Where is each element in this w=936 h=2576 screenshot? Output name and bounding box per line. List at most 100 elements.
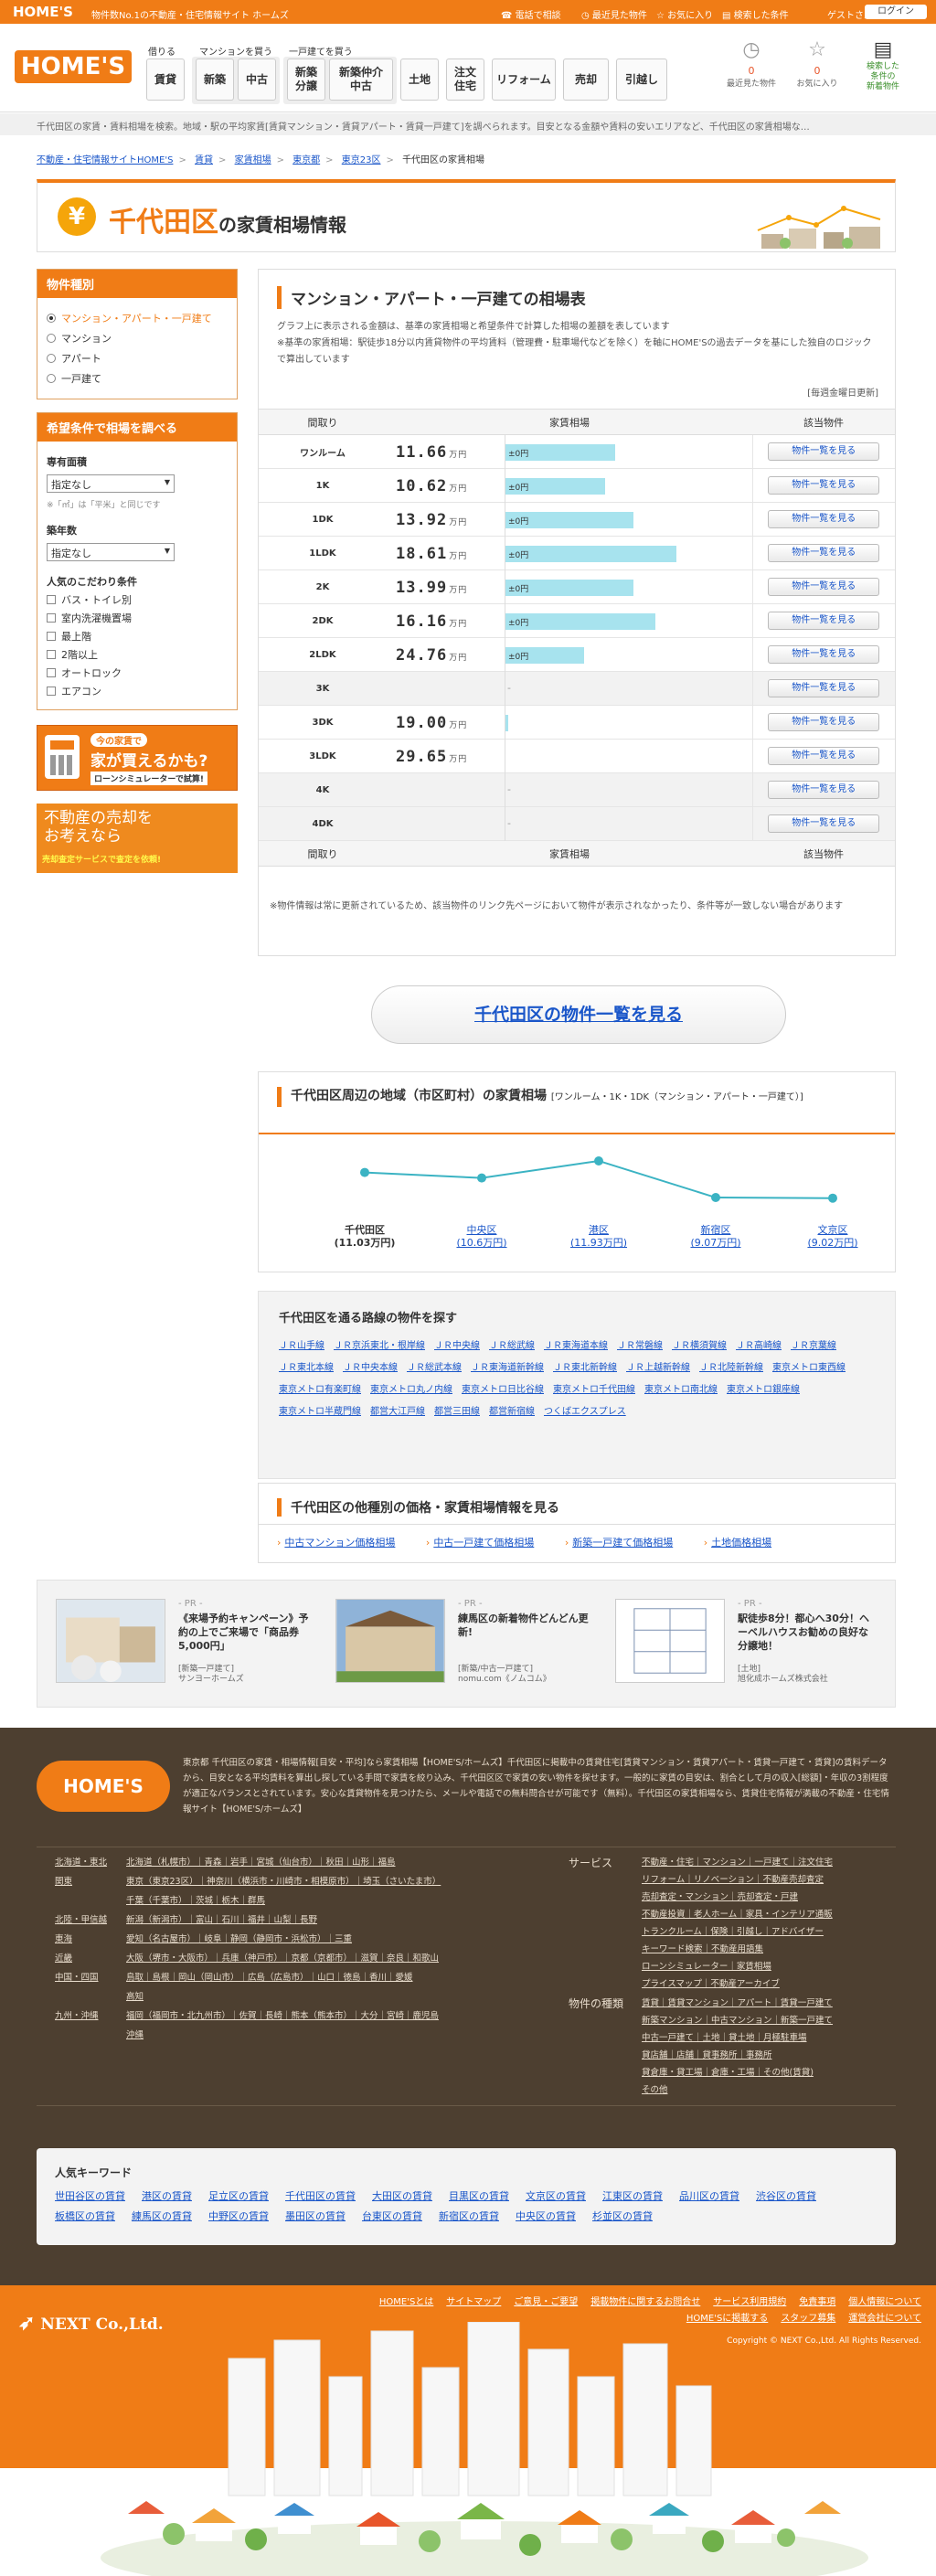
region-links[interactable]: 新潟（新潟市）｜富山｜石川｜福井｜山梨｜長野 — [126, 1912, 565, 1929]
chk-bath-toilet[interactable]: バス・トイレ別 — [47, 592, 228, 607]
service-links[interactable]: 不動産投資｜老人ホーム｜家具・インテリア通販 — [642, 1907, 898, 1923]
small-logo[interactable]: HOME'S — [13, 4, 73, 20]
train-line-link[interactable]: ＪＲ中央線 — [434, 1341, 480, 1351]
view-listings-row-button[interactable]: 物件一覧を見る — [768, 713, 880, 731]
crumb-23ku[interactable]: 東京23区 — [342, 155, 381, 165]
chk-autolock[interactable]: オートロック — [47, 665, 228, 680]
view-listings-row-button[interactable]: 物件一覧を見る — [768, 679, 880, 697]
crumb-home[interactable]: 不動産・住宅情報サイトHOME'S — [37, 155, 173, 165]
loan-simulator-banner[interactable]: 今の家賃で 家が買えるかも? ローンシミュレーターで試算! — [37, 725, 238, 791]
bottom-link[interactable]: 掲載物件に関するお問合せ — [590, 2297, 700, 2307]
train-line-link[interactable]: 東京メトロ有楽町線 — [279, 1385, 361, 1395]
region-name[interactable]: 北海道・東北 — [55, 1855, 126, 1871]
train-line-link[interactable]: 東京メトロ東西線 — [772, 1363, 846, 1373]
link-land-price[interactable]: 土地価格相場 — [711, 1537, 771, 1549]
nav-land[interactable]: 土地 — [400, 59, 439, 101]
region-links[interactable]: 愛知（名古屋市）｜岐阜｜静岡（静岡市・浜松市）｜三重 — [126, 1932, 565, 1948]
nav-new[interactable]: 新築 — [196, 59, 234, 101]
kind-links[interactable]: 賃貸｜賃貸マンション｜アパート｜賃貸一戸建て — [642, 1996, 898, 2012]
region-name[interactable]: 中国・四国 — [55, 1970, 126, 1986]
bottom-link[interactable]: サービス利用規約 — [713, 2297, 786, 2307]
area-label[interactable]: 港区 (11.93万円) — [548, 1224, 649, 1250]
train-line-link[interactable]: 東京メトロ半蔵門線 — [279, 1407, 361, 1417]
phone-consult-link[interactable]: ☎ 電話で相談 — [501, 7, 561, 21]
area-label[interactable]: 文京区 (9.02万円) — [782, 1224, 883, 1250]
area-select[interactable]: 指定なし — [47, 474, 175, 493]
bottom-link[interactable]: サイトマップ — [446, 2297, 501, 2307]
train-line-link[interactable]: 都営三田線 — [434, 1407, 480, 1417]
view-listings-row-button[interactable]: 物件一覧を見る — [768, 612, 880, 630]
pr-item[interactable]: - PR - 練馬区の新着物件どんどん更新! [新築/中古一戸建て] nomu.… — [335, 1599, 606, 1690]
type-radio-all[interactable]: マンション・アパート・一戸建て — [47, 311, 228, 325]
train-line-link[interactable]: 都営大江戸線 — [370, 1407, 425, 1417]
kind-links[interactable]: その他 — [642, 2082, 898, 2099]
train-line-link[interactable]: ＪＲ京浜東北・根岸線 — [334, 1341, 425, 1351]
region-name[interactable]: 北陸・甲信越 — [55, 1912, 126, 1929]
nav-custom-house[interactable]: 注文 住宅 — [446, 59, 484, 101]
favorites-link[interactable]: ☆ お気に入り — [656, 7, 713, 21]
nav-reform[interactable]: リフォーム — [492, 59, 556, 101]
keyword-link[interactable]: 練馬区の賃貸 — [132, 2210, 192, 2222]
kind-links[interactable]: 貸倉庫・貸工場｜倉庫・工場｜その他(賃貸) — [642, 2065, 898, 2081]
service-links[interactable]: 売却査定・マンション｜売却査定・戸建 — [642, 1889, 898, 1906]
view-listings-row-button[interactable]: 物件一覧を見る — [768, 510, 880, 528]
train-line-link[interactable]: 都営新宿線 — [489, 1407, 535, 1417]
crumb-rent[interactable]: 賃貸 — [195, 155, 213, 165]
area-label[interactable]: 中央区 (10.6万円) — [431, 1224, 532, 1250]
type-radio-mansion[interactable]: マンション — [47, 331, 228, 346]
train-line-link[interactable]: 東京メトロ丸ノ内線 — [370, 1385, 452, 1395]
service-links[interactable]: リフォーム｜リノベーション｜不動産売却査定 — [642, 1872, 898, 1889]
train-line-link[interactable]: 東京メトロ日比谷線 — [462, 1385, 544, 1395]
region-links[interactable]: 千葉（千葉市）｜茨城｜栃木｜群馬 — [126, 1893, 565, 1910]
region-name[interactable]: 東海 — [55, 1932, 126, 1948]
keyword-link[interactable]: 千代田区の賃貸 — [285, 2190, 356, 2202]
sell-assessment-banner[interactable]: 不動産の売却を お考えなら 売却査定サービスで査定を依頼! — [37, 804, 238, 873]
train-line-link[interactable]: ＪＲ東海道本線 — [544, 1341, 608, 1351]
region-links[interactable]: 鳥取｜島根｜岡山（岡山市）｜広島（広島市）｜山口｜徳島｜香川｜愛媛 — [126, 1970, 565, 1986]
train-line-link[interactable]: ＪＲ京葉線 — [791, 1341, 836, 1351]
train-line-link[interactable]: つくばエクスプレス — [544, 1407, 626, 1417]
train-line-link[interactable]: ＪＲ北陸新幹線 — [699, 1363, 763, 1373]
nav-new-sale[interactable]: 新築 分譲 — [287, 59, 325, 101]
crumb-rent-price[interactable]: 家賃相場 — [235, 155, 271, 165]
chk-washer[interactable]: 室内洗濯機置場 — [47, 611, 228, 625]
region-links[interactable]: 大阪（堺市・大阪市）｜兵庫（神戸市）｜京都（京都市）｜滋賀｜奈良｜和歌山 — [126, 1951, 565, 1967]
recent-link[interactable]: ◷ 最近見た物件 — [581, 7, 647, 21]
train-line-link[interactable]: ＪＲ東北新幹線 — [553, 1363, 617, 1373]
train-line-link[interactable]: ＪＲ東海道新幹線 — [471, 1363, 544, 1373]
bottom-link[interactable]: ご意見・ご要望 — [514, 2297, 578, 2307]
keyword-link[interactable]: 中野区の賃貸 — [208, 2210, 269, 2222]
keyword-link[interactable]: 目黒区の賃貸 — [449, 2190, 509, 2202]
chk-top-floor[interactable]: 最上階 — [47, 629, 228, 644]
keyword-link[interactable]: 文京区の賃貸 — [526, 2190, 586, 2202]
region-links[interactable]: 福岡（福岡市・北九州市）｜佐賀｜長崎｜熊本（熊本市）｜大分｜宮崎｜鹿児島 — [126, 2008, 565, 2025]
view-listings-row-button[interactable]: 物件一覧を見る — [768, 814, 880, 833]
view-listings-row-button[interactable]: 物件一覧を見る — [768, 747, 880, 765]
kind-links[interactable]: 貸店舗｜店舗｜貸事務所｜事務所 — [642, 2048, 898, 2064]
keyword-link[interactable]: 新宿区の賃貸 — [439, 2210, 499, 2222]
train-line-link[interactable]: ＪＲ山手線 — [279, 1341, 324, 1351]
service-links[interactable]: プライスマップ｜不動産アーカイブ — [642, 1976, 898, 1993]
view-listings-row-button[interactable]: 物件一覧を見る — [768, 645, 880, 664]
keyword-link[interactable]: 港区の賃貸 — [142, 2190, 192, 2202]
view-listings-row-button[interactable]: 物件一覧を見る — [768, 781, 880, 799]
keyword-link[interactable]: 渋谷区の賃貸 — [756, 2190, 816, 2202]
bottom-link[interactable]: HOME'Sとは — [379, 2297, 433, 2307]
keyword-link[interactable]: 台東区の賃貸 — [362, 2210, 422, 2222]
chk-2nd-floor[interactable]: 2階以上 — [47, 647, 228, 662]
nav-used[interactable]: 中古 — [238, 59, 276, 101]
kind-links[interactable]: 中古一戸建て｜土地｜貸土地｜月極駐車場 — [642, 2030, 898, 2047]
recent-viewed[interactable]: ◷ 0 最近見た物件 — [722, 38, 781, 112]
link-new-house-price[interactable]: 新築一戸建て価格相場 — [572, 1537, 673, 1549]
region-name[interactable]: 関東 — [55, 1874, 126, 1890]
keyword-link[interactable]: 江東区の賃貸 — [602, 2190, 663, 2202]
nav-moving[interactable]: 引越し — [616, 59, 667, 101]
region-links[interactable]: 東京（東京23区）｜神奈川（横浜市・川崎市・相模原市）｜埼玉（さいたま市） — [126, 1874, 565, 1890]
link-used-mansion-price[interactable]: 中古マンション価格相場 — [284, 1537, 395, 1549]
train-line-link[interactable]: ＪＲ高崎線 — [736, 1341, 782, 1351]
view-listings-row-button[interactable]: 物件一覧を見る — [768, 544, 880, 562]
region-links[interactable]: 沖縄 — [126, 2028, 565, 2044]
area-label[interactable]: 新宿区 (9.07万円) — [665, 1224, 766, 1250]
keyword-link[interactable]: 世田谷区の賃貸 — [55, 2190, 125, 2202]
new-listings-for-saved[interactable]: ▤ 検索した 条件の 新着物件 — [854, 38, 912, 112]
